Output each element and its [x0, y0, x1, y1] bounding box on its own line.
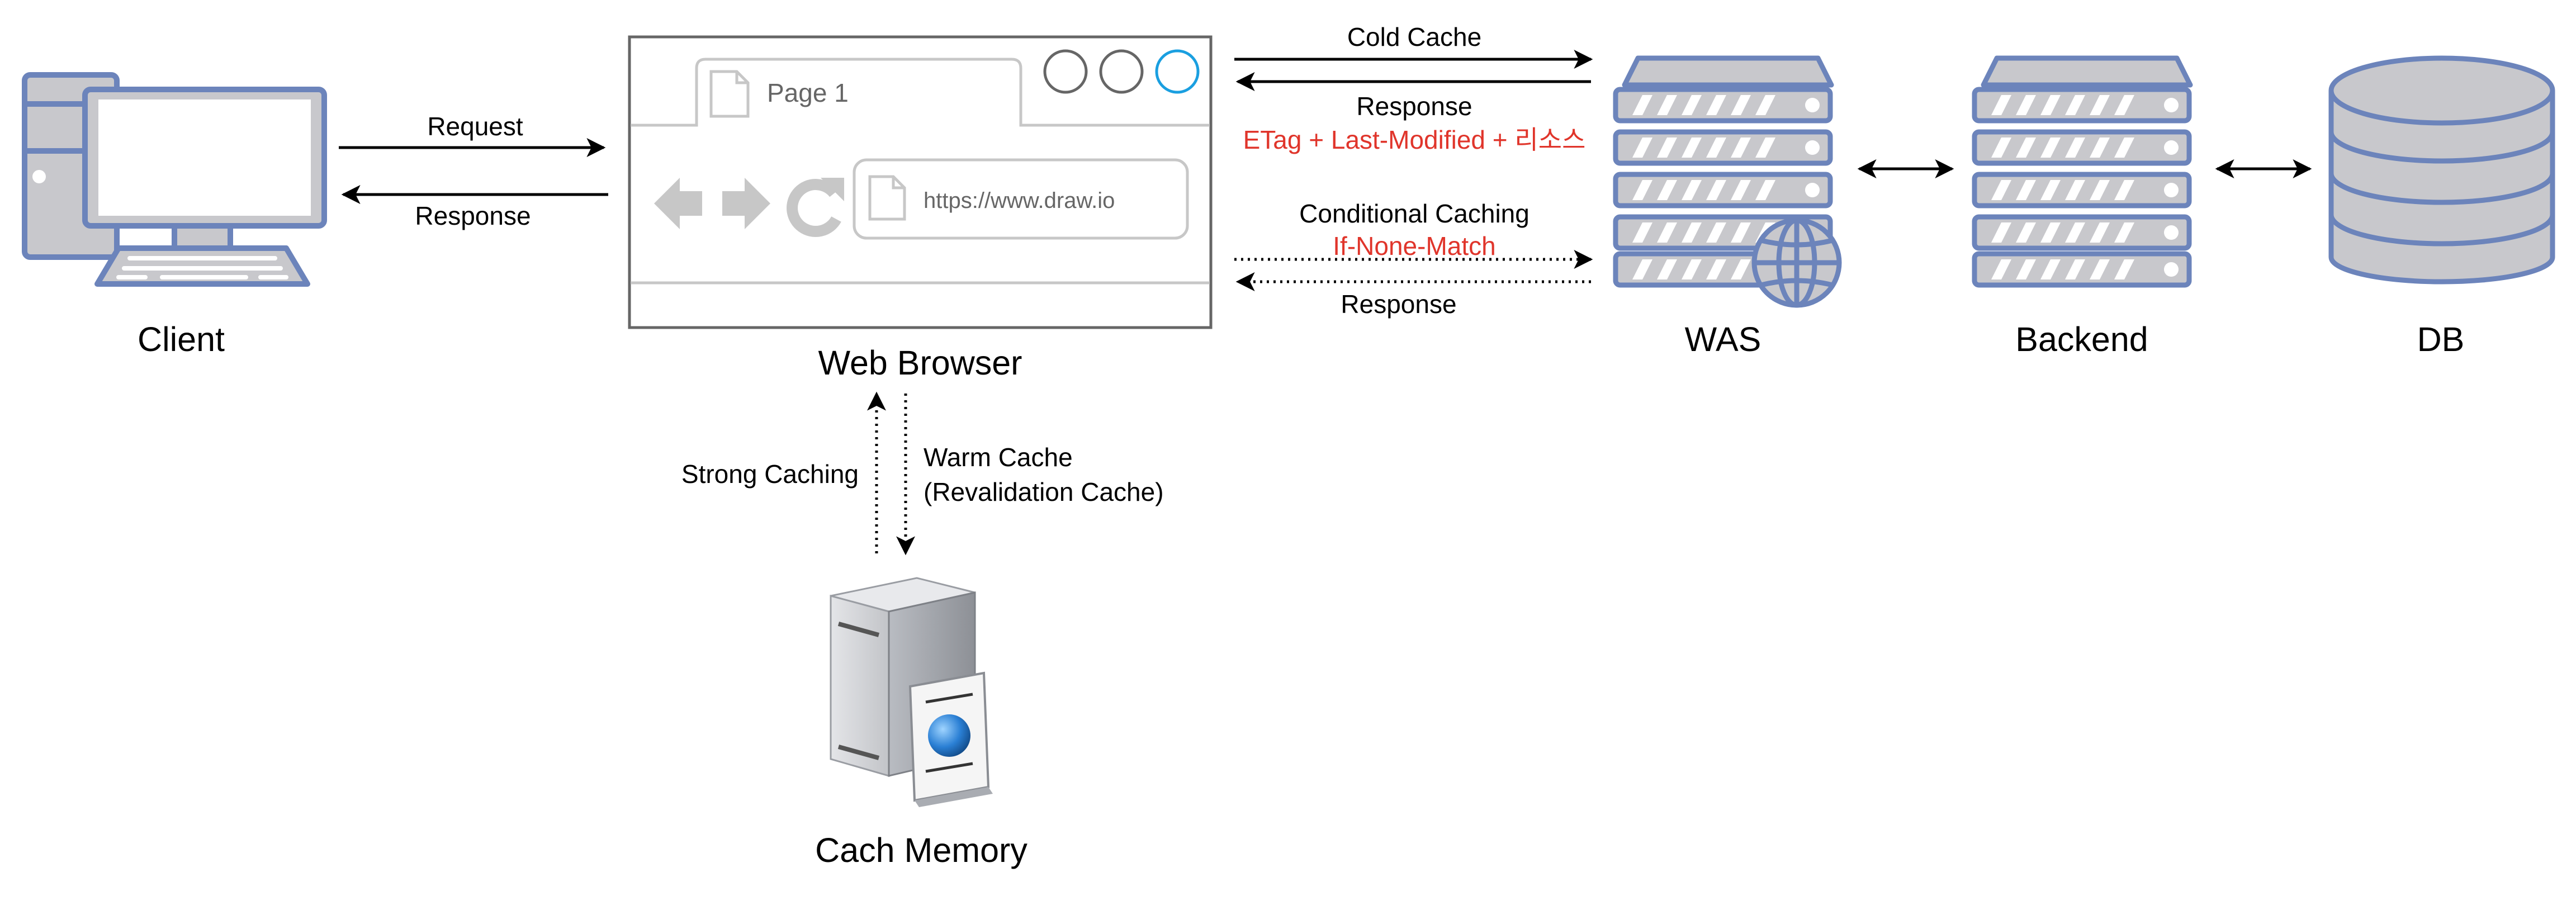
conditional-label: Conditional Caching — [1299, 199, 1530, 228]
browser-label: Web Browser — [818, 344, 1022, 382]
cache-edges: Strong Caching Warm Cache (Revalidation … — [681, 391, 1164, 556]
was-label: WAS — [1685, 320, 1761, 358]
window-button-3[interactable] — [1155, 49, 1200, 94]
was-node: WAS — [1616, 55, 1842, 358]
browser-window-icon: Page 1 https://www.draw.io — [628, 35, 1213, 329]
database-icon — [2328, 55, 2555, 285]
tab-label[interactable]: Page 1 — [767, 78, 849, 107]
client-label: Client — [138, 320, 225, 358]
cache-server-icon — [830, 577, 993, 807]
revalidation-cache-label: (Revalidation Cache) — [924, 477, 1164, 506]
window-button-2[interactable] — [1099, 49, 1144, 94]
cold-response-detail: ETag + Last-Modified + 리소스 — [1243, 125, 1586, 154]
request-label: Request — [427, 112, 523, 141]
window-button-1[interactable] — [1043, 49, 1088, 94]
cold-cache-label: Cold Cache — [1347, 22, 1481, 51]
client-node: Client — [22, 72, 327, 358]
response-label: Response — [415, 201, 531, 230]
backend-node: Backend — [1974, 55, 2193, 358]
desktop-computer-icon — [22, 72, 327, 287]
strong-caching-label: Strong Caching — [681, 459, 859, 489]
url-text[interactable]: https://www.draw.io — [924, 188, 1115, 213]
web-server-globe-icon — [1751, 217, 1842, 308]
cache-label: Cach Memory — [815, 831, 1027, 869]
backend-label: Backend — [2015, 320, 2148, 358]
cold-response-label: Response — [1356, 92, 1472, 121]
db-node: DB — [2328, 55, 2555, 358]
conditional-caching-edges: Conditional Caching If-None-Match Respon… — [1234, 199, 1593, 319]
cache-node: Cach Memory — [815, 577, 1027, 869]
architecture-diagram: Client Page 1 https://www.draw.io Web Br… — [22, 22, 2555, 869]
conditional-detail: If-None-Match — [1333, 231, 1495, 260]
browser-node: Page 1 https://www.draw.io Web Browser — [628, 35, 1213, 382]
conditional-response-label: Response — [1341, 290, 1456, 319]
client-browser-edges: Request Response — [339, 112, 608, 230]
warm-cache-label: Warm Cache — [924, 443, 1073, 472]
db-label: DB — [2417, 320, 2465, 358]
server-rack-icon — [1974, 55, 2193, 285]
cold-cache-edges: Cold Cache Response ETag + Last-Modified… — [1234, 22, 1593, 154]
